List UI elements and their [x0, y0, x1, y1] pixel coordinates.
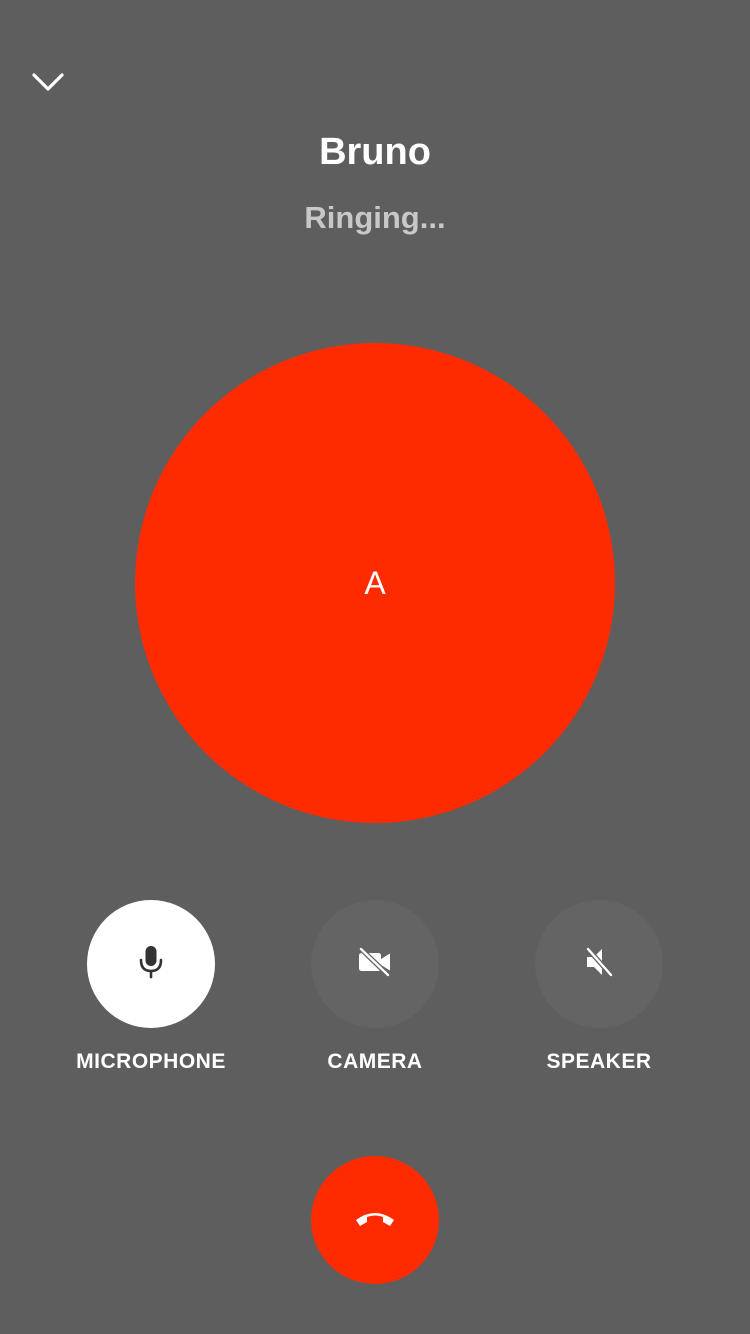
- microphone-icon: [136, 944, 166, 985]
- speaker-control: SPEAKER: [499, 900, 699, 1076]
- caller-avatar: A: [135, 343, 615, 823]
- speaker-toggle-button[interactable]: [535, 900, 663, 1028]
- camera-control: CAMERA: [275, 900, 475, 1076]
- camera-label: CAMERA: [327, 1050, 423, 1073]
- caller-name: Bruno: [319, 131, 431, 173]
- speaker-off-icon: [583, 946, 615, 983]
- speaker-label: SPEAKER: [546, 1050, 652, 1073]
- end-call-button[interactable]: [311, 1156, 439, 1284]
- camera-toggle-button[interactable]: [311, 900, 439, 1028]
- call-status: Ringing...: [304, 200, 446, 235]
- avatar-initial: A: [364, 565, 386, 601]
- microphone-toggle-button[interactable]: [87, 900, 215, 1028]
- microphone-control: MICROPHONE: [51, 900, 251, 1076]
- camera-off-icon: [357, 946, 393, 982]
- chevron-down-icon: [31, 72, 65, 97]
- minimize-call-button[interactable]: [22, 58, 74, 110]
- phone-hangup-icon: [353, 1208, 397, 1233]
- microphone-label: MICROPHONE: [76, 1050, 226, 1073]
